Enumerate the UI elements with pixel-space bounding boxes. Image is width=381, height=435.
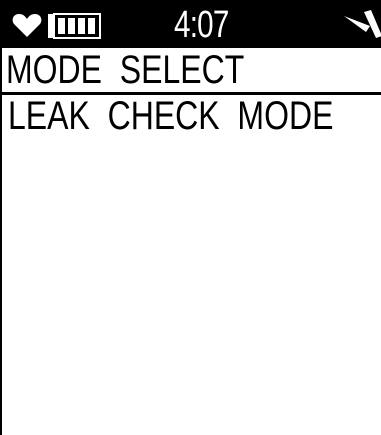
selected-mode-label[interactable]: LEAK CHECK MODE	[8, 93, 333, 139]
page-title: MODE SELECT	[6, 48, 245, 92]
clock-time: 4:07	[174, 4, 229, 46]
battery-icon	[48, 13, 101, 39]
status-bar: 4:07	[2, 0, 381, 48]
device-screen: 4:07 MODE SELECT LEAK CHECK MODE	[0, 0, 381, 435]
signal-icon	[344, 10, 381, 38]
heart-icon	[12, 14, 42, 37]
